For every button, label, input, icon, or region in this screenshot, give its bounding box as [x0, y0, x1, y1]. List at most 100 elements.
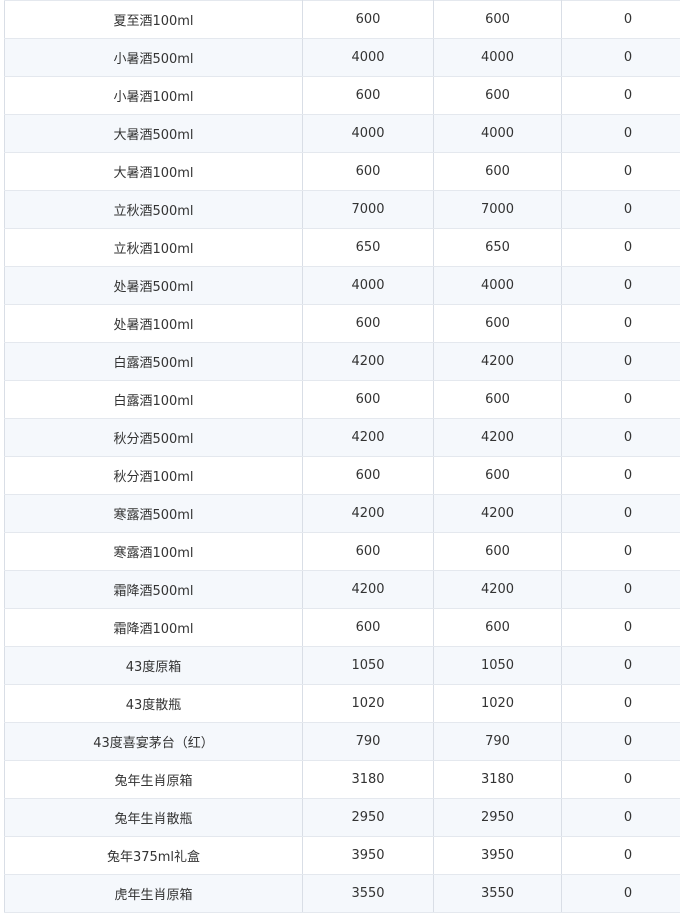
price-cell: 3950: [302, 836, 434, 875]
price-cell: 1020: [302, 684, 434, 723]
change-cell: 0: [561, 874, 680, 913]
table-row: 处暑酒100ml 600 600 0: [4, 304, 680, 343]
price-cell: 790: [302, 722, 434, 761]
change-cell: 0: [561, 570, 680, 609]
change-cell: 0: [561, 494, 680, 533]
table-row: 大暑酒500ml 4000 4000 0: [4, 114, 680, 153]
table-row: 兔年生肖散瓶 2950 2950 0: [4, 798, 680, 837]
product-name-cell: 43度散瓶: [4, 684, 303, 723]
table-row: 立秋酒100ml 650 650 0: [4, 228, 680, 267]
change-cell: 0: [561, 760, 680, 799]
price-cell-2: 3550: [433, 874, 562, 913]
product-name-cell: 43度喜宴茅台（红）: [4, 722, 303, 761]
price-cell: 600: [302, 456, 434, 495]
product-name-cell: 大暑酒500ml: [4, 114, 303, 153]
product-name-cell: 兔年375ml礼盒: [4, 836, 303, 875]
price-cell-2: 7000: [433, 190, 562, 229]
price-cell-2: 1050: [433, 646, 562, 685]
price-cell: 4200: [302, 342, 434, 381]
table-row: 兔年375ml礼盒 3950 3950 0: [4, 836, 680, 875]
table-row: 43度喜宴茅台（红） 790 790 0: [4, 722, 680, 761]
table-row: 处暑酒500ml 4000 4000 0: [4, 266, 680, 305]
price-cell: 600: [302, 76, 434, 115]
table-row: 小暑酒500ml 4000 4000 0: [4, 38, 680, 77]
price-cell-2: 4200: [433, 342, 562, 381]
product-name-cell: 立秋酒500ml: [4, 190, 303, 229]
product-name-cell: 小暑酒100ml: [4, 76, 303, 115]
change-cell: 0: [561, 836, 680, 875]
price-cell-2: 600: [433, 456, 562, 495]
price-cell-2: 4200: [433, 418, 562, 457]
change-cell: 0: [561, 76, 680, 115]
change-cell: 0: [561, 418, 680, 457]
price-cell: 4200: [302, 570, 434, 609]
table-body: 夏至酒100ml 600 600 0 小暑酒500ml 4000 4000 0 小暑酒100ml…: [4, 0, 680, 913]
product-name-cell: 立秋酒100ml: [4, 228, 303, 267]
price-cell: 4200: [302, 418, 434, 457]
change-cell: 0: [561, 722, 680, 761]
price-cell-2: 4000: [433, 114, 562, 153]
product-name-cell: 大暑酒100ml: [4, 152, 303, 191]
price-cell-2: 4000: [433, 38, 562, 77]
table-row: 大暑酒100ml 600 600 0: [4, 152, 680, 191]
price-cell: 600: [302, 0, 434, 39]
price-cell: 600: [302, 380, 434, 419]
table-row: 立秋酒500ml 7000 7000 0: [4, 190, 680, 229]
price-cell: 4000: [302, 38, 434, 77]
price-cell-2: 600: [433, 152, 562, 191]
price-cell: 2950: [302, 798, 434, 837]
price-cell: 600: [302, 304, 434, 343]
price-cell-2: 4200: [433, 494, 562, 533]
change-cell: 0: [561, 684, 680, 723]
price-cell-2: 3180: [433, 760, 562, 799]
price-cell-2: 600: [433, 608, 562, 647]
price-cell-2: 600: [433, 0, 562, 39]
price-cell-2: 600: [433, 304, 562, 343]
product-name-cell: 白露酒500ml: [4, 342, 303, 381]
price-cell: 4000: [302, 114, 434, 153]
price-cell-2: 600: [433, 380, 562, 419]
table-row: 小暑酒100ml 600 600 0: [4, 76, 680, 115]
price-cell-2: 3950: [433, 836, 562, 875]
table-row: 白露酒100ml 600 600 0: [4, 380, 680, 419]
table-row: 霜降酒500ml 4200 4200 0: [4, 570, 680, 609]
change-cell: 0: [561, 304, 680, 343]
table-row: 43度散瓶 1020 1020 0: [4, 684, 680, 723]
price-cell-2: 790: [433, 722, 562, 761]
product-name-cell: 兔年生肖散瓶: [4, 798, 303, 837]
change-cell: 0: [561, 38, 680, 77]
price-table: 夏至酒100ml 600 600 0 小暑酒500ml 4000 4000 0 小暑酒100ml…: [4, 0, 680, 913]
price-cell-2: 600: [433, 76, 562, 115]
table-row: 霜降酒100ml 600 600 0: [4, 608, 680, 647]
product-name-cell: 霜降酒500ml: [4, 570, 303, 609]
product-name-cell: 寒露酒500ml: [4, 494, 303, 533]
table-row: 虎年生肖原箱 3550 3550 0: [4, 874, 680, 913]
product-name-cell: 43度原箱: [4, 646, 303, 685]
price-cell: 7000: [302, 190, 434, 229]
change-cell: 0: [561, 342, 680, 381]
price-table-container: 夏至酒100ml 600 600 0 小暑酒500ml 4000 4000 0 小暑酒100ml…: [0, 0, 680, 915]
price-cell: 600: [302, 532, 434, 571]
price-cell: 3180: [302, 760, 434, 799]
table-row: 43度原箱 1050 1050 0: [4, 646, 680, 685]
price-cell: 3550: [302, 874, 434, 913]
change-cell: 0: [561, 228, 680, 267]
price-cell: 600: [302, 608, 434, 647]
change-cell: 0: [561, 152, 680, 191]
change-cell: 0: [561, 380, 680, 419]
price-cell-2: 4000: [433, 266, 562, 305]
product-name-cell: 寒露酒100ml: [4, 532, 303, 571]
change-cell: 0: [561, 0, 680, 39]
product-name-cell: 秋分酒500ml: [4, 418, 303, 457]
product-name-cell: 虎年生肖原箱: [4, 874, 303, 913]
change-cell: 0: [561, 456, 680, 495]
product-name-cell: 兔年生肖原箱: [4, 760, 303, 799]
table-row: 寒露酒500ml 4200 4200 0: [4, 494, 680, 533]
product-name-cell: 处暑酒500ml: [4, 266, 303, 305]
price-cell-2: 4200: [433, 570, 562, 609]
table-row: 秋分酒500ml 4200 4200 0: [4, 418, 680, 457]
product-name-cell: 秋分酒100ml: [4, 456, 303, 495]
table-row: 寒露酒100ml 600 600 0: [4, 532, 680, 571]
price-cell: 650: [302, 228, 434, 267]
price-cell-2: 600: [433, 532, 562, 571]
